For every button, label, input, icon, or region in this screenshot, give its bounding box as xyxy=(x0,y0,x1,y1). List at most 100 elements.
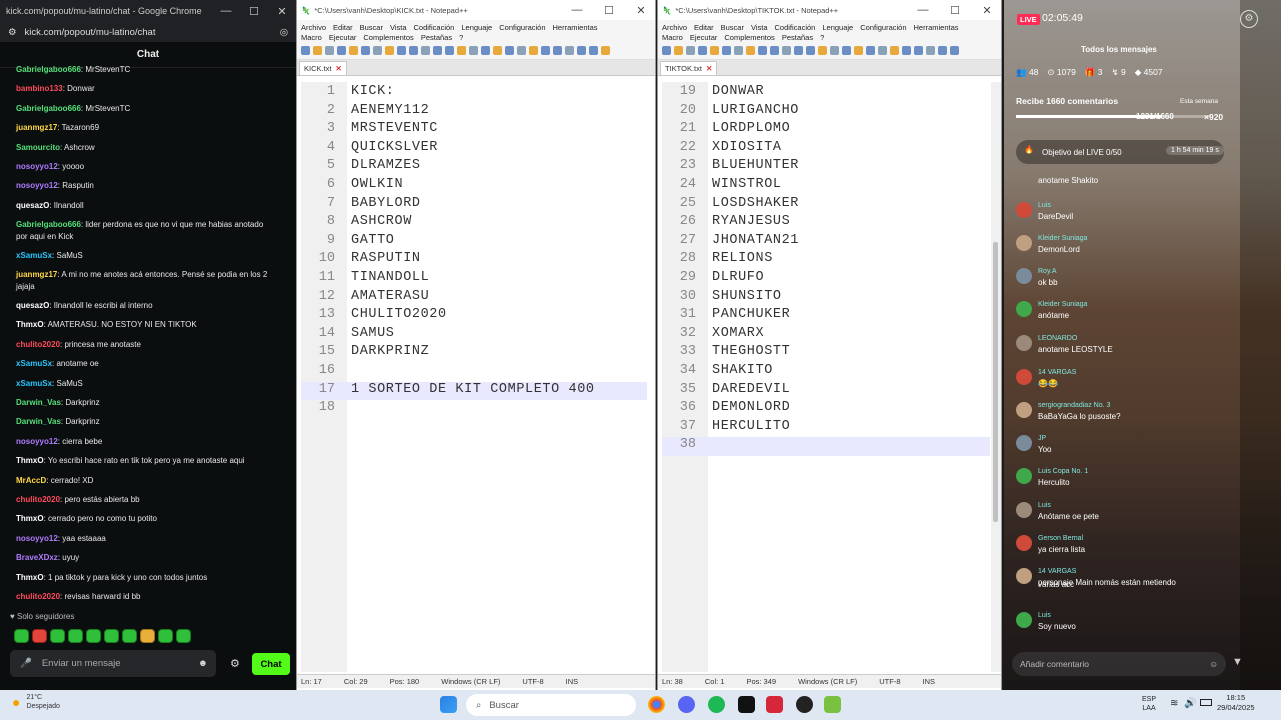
taskbar-clock[interactable]: 18:15 29/04/2025 xyxy=(1217,693,1255,713)
menu-item[interactable]: Herramientas xyxy=(914,23,959,32)
menu-item[interactable]: Buscar xyxy=(360,23,383,32)
editor-line[interactable]: 33 THEGHOSTT xyxy=(662,344,990,363)
toolbar-button-icon[interactable] xyxy=(517,46,526,55)
avatar[interactable] xyxy=(1016,535,1032,551)
editor-line[interactable]: 36 DEMONLORD xyxy=(662,400,990,419)
chat-username[interactable]: xSamuSx xyxy=(16,251,52,260)
scrollbar-thumb[interactable] xyxy=(993,242,998,522)
tiktok-icon[interactable] xyxy=(738,696,755,713)
menu-item[interactable]: Vista xyxy=(390,23,407,32)
minimize-icon[interactable]: — xyxy=(212,5,240,17)
toolbar-button-icon[interactable] xyxy=(770,46,779,55)
chat-username[interactable]: ThmxO xyxy=(16,320,44,329)
editor-line[interactable]: 11 TINANDOLL xyxy=(301,270,647,289)
toolbar-button-icon[interactable] xyxy=(842,46,851,55)
emote-icon[interactable] xyxy=(68,629,83,643)
menu-item[interactable]: Configuración xyxy=(860,23,906,32)
toolbar-button-icon[interactable] xyxy=(553,46,562,55)
toolbar-button-icon[interactable] xyxy=(541,46,550,55)
chat-username[interactable]: ThmxO xyxy=(16,514,44,523)
app-icon[interactable] xyxy=(766,696,783,713)
chat-username[interactable]: Darwin_Vas xyxy=(16,417,61,426)
avatar[interactable] xyxy=(1016,268,1032,284)
editor-line[interactable]: 32 XOMARX xyxy=(662,326,990,345)
comment-username[interactable]: Kleider Suniaga xyxy=(1038,299,1087,310)
toolbar-button-icon[interactable] xyxy=(758,46,767,55)
chat-username[interactable]: juanmgz17 xyxy=(16,123,57,132)
comment-username[interactable]: Roy.A xyxy=(1038,266,1057,277)
chat-username[interactable]: Gabrielgaboo666 xyxy=(16,220,81,229)
editor-line[interactable]: 29 DLRUFO xyxy=(662,270,990,289)
volume-icon[interactable]: 🔊 xyxy=(1184,698,1196,709)
toolbar-button-icon[interactable] xyxy=(589,46,598,55)
editor-line[interactable]: 7 BABYLORD xyxy=(301,196,647,215)
toolbar-button-icon[interactable] xyxy=(878,46,887,55)
chat-username[interactable]: Darwin_Vas xyxy=(16,398,61,407)
toolbar-button-icon[interactable] xyxy=(349,46,358,55)
toolbar-button-icon[interactable] xyxy=(806,46,815,55)
avatar[interactable] xyxy=(1016,435,1032,451)
send-chat-button[interactable]: Chat xyxy=(252,653,290,675)
toolbar-button-icon[interactable] xyxy=(361,46,370,55)
file-tab[interactable]: KICK.txt ✕ xyxy=(299,61,347,75)
address-bar[interactable]: ⚙ kick.com/popout/mu-latino/chat ◎ xyxy=(0,22,296,42)
editor-line[interactable]: 9 GATTO xyxy=(301,233,647,252)
avatar[interactable] xyxy=(1016,369,1032,385)
close-icon[interactable]: ✕ xyxy=(268,5,296,18)
menu-item[interactable]: Ejecutar xyxy=(329,33,357,42)
chat-username[interactable]: juanmgz17 xyxy=(16,270,57,279)
weather-widget[interactable]: ● 21°C Despejado xyxy=(12,693,60,711)
eye-off-icon[interactable]: ◎ xyxy=(280,27,288,38)
toolbar-button-icon[interactable] xyxy=(505,46,514,55)
close-tab-icon[interactable]: ✕ xyxy=(336,64,342,73)
minimize-icon[interactable]: — xyxy=(909,4,937,16)
emote-icon[interactable] xyxy=(158,629,173,643)
chat-username[interactable]: ThmxO xyxy=(16,573,44,582)
toolbar-button-icon[interactable] xyxy=(409,46,418,55)
site-settings-icon[interactable]: ⚙ xyxy=(8,27,17,38)
comment-username[interactable]: Kleider Suniaga xyxy=(1038,233,1087,244)
menu-item[interactable]: Archivo xyxy=(301,23,326,32)
toolbar-button-icon[interactable] xyxy=(662,46,671,55)
toolbar-button-icon[interactable] xyxy=(830,46,839,55)
chat-username[interactable]: nosoyyo12 xyxy=(16,437,58,446)
notepadpp-icon[interactable] xyxy=(824,696,841,713)
toolbar-button-icon[interactable] xyxy=(601,46,610,55)
close-icon[interactable]: ✕ xyxy=(627,4,655,17)
editor-line[interactable]: 12 AMATERASU xyxy=(301,289,647,308)
toolbar-button-icon[interactable] xyxy=(890,46,899,55)
editor-line[interactable]: 27 JHONATAN21 xyxy=(662,233,990,252)
editor-line[interactable]: 18 xyxy=(301,400,647,419)
comment-username[interactable]: Gerson Bernal xyxy=(1038,533,1083,544)
toolbar-button-icon[interactable] xyxy=(866,46,875,55)
menu-item[interactable]: Macro xyxy=(301,33,322,42)
avatar[interactable] xyxy=(1016,402,1032,418)
editor-line[interactable]: 31 PANCHUKER xyxy=(662,307,990,326)
menu-item[interactable]: Complementos xyxy=(363,33,413,42)
toolbar-button-icon[interactable] xyxy=(854,46,863,55)
chat-username[interactable]: ThmxO xyxy=(16,456,44,465)
windows-start-icon[interactable] xyxy=(440,696,457,713)
editor-line[interactable]: 38 xyxy=(662,437,990,456)
settings-icon[interactable]: ⚙ xyxy=(1240,10,1258,28)
taskbar-search[interactable]: ⌕ Buscar xyxy=(466,694,636,716)
editor-line[interactable]: 8 ASHCROW xyxy=(301,214,647,233)
editor-line[interactable]: 17 1 SORTEO DE KIT COMPLETO 400 xyxy=(301,381,647,401)
chat-username[interactable]: MrAccD xyxy=(16,476,46,485)
toolbar-button-icon[interactable] xyxy=(313,46,322,55)
menu-item[interactable]: Complementos xyxy=(724,33,774,42)
comment-username[interactable]: Luis xyxy=(1038,200,1051,211)
editor-line[interactable]: 4 QUICKSLVER xyxy=(301,140,647,159)
emote-icon[interactable] xyxy=(104,629,119,643)
comment-username[interactable]: 14 VARGAS xyxy=(1038,367,1076,378)
toolbar-button-icon[interactable] xyxy=(686,46,695,55)
menu-item[interactable]: Buscar xyxy=(721,23,744,32)
menu-item[interactable]: Lenguaje xyxy=(461,23,492,32)
menu-item[interactable]: Pestañas xyxy=(421,33,452,42)
menu-item[interactable]: Codificación xyxy=(414,23,455,32)
toolbar-button-icon[interactable] xyxy=(674,46,683,55)
chrome-icon[interactable] xyxy=(648,696,665,713)
chat-message-list[interactable]: Gabrielgaboo666: MrStevenTC bambino133: D… xyxy=(0,64,296,604)
chat-username[interactable]: quesazO xyxy=(16,201,49,210)
chat-username[interactable]: nosoyyo12 xyxy=(16,181,58,190)
